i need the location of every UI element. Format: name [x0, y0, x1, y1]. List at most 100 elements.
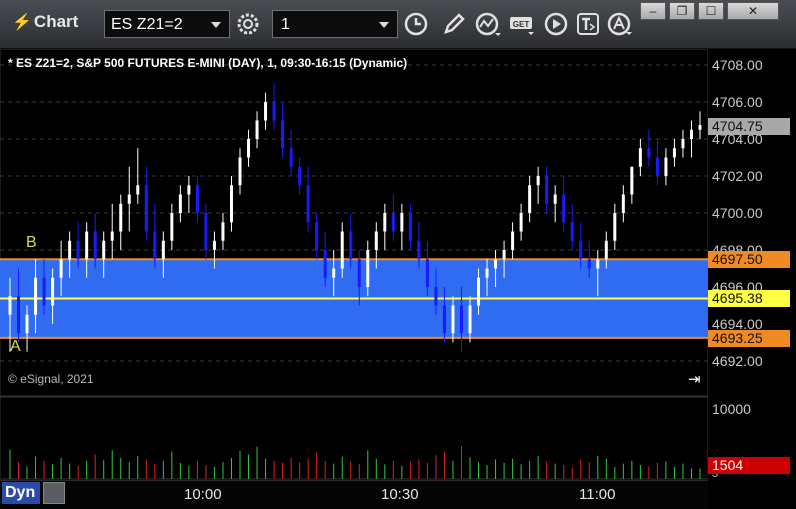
candle-body	[17, 296, 21, 334]
lock-icon[interactable]	[43, 482, 65, 504]
candle-body	[672, 148, 676, 158]
candle-body	[229, 185, 233, 223]
price-chart[interactable]	[0, 49, 796, 508]
candle-body	[204, 213, 208, 250]
candle-body	[272, 102, 276, 121]
restore-button[interactable]: ❐	[669, 2, 695, 20]
clock-icon[interactable]	[402, 10, 430, 38]
scroll-to-end-icon[interactable]: ⇥	[688, 370, 701, 388]
candle-body	[570, 222, 574, 241]
candle-body	[59, 259, 63, 278]
candle-body	[349, 231, 353, 260]
candle-body	[511, 231, 515, 250]
price-tick: 4700.00	[712, 205, 763, 221]
candle-body	[451, 305, 455, 334]
candle-body	[51, 277, 55, 306]
candle-body	[613, 213, 617, 241]
price-tick: 4706.00	[712, 94, 763, 110]
candle-body	[119, 203, 123, 232]
candle-body	[545, 176, 549, 204]
settings-icon[interactable]	[234, 10, 262, 38]
candle-body	[187, 185, 191, 195]
dynamic-mode-button[interactable]: Dyn	[2, 482, 40, 504]
maximize-button[interactable]: ☐	[698, 2, 724, 20]
symbol-input[interactable]: ES Z21=2	[104, 10, 230, 38]
candle-body	[425, 259, 429, 287]
alert-icon[interactable]	[606, 10, 634, 38]
candle-body	[153, 231, 157, 260]
candle-body	[212, 240, 216, 250]
candle-body	[698, 125, 702, 130]
close-button[interactable]: ✕	[727, 2, 779, 20]
candle-body	[8, 296, 12, 315]
app-title: ⚡ Chart	[12, 12, 79, 31]
study-icon[interactable]	[474, 10, 502, 38]
candle-body	[323, 250, 327, 278]
candle-body	[528, 185, 532, 213]
volume-tick: 10000	[712, 401, 751, 417]
candle-body	[238, 157, 242, 186]
candle-body	[468, 305, 472, 334]
candle-body	[664, 157, 668, 176]
candle-body	[681, 139, 685, 149]
candle-body	[630, 166, 634, 195]
chevron-down-icon[interactable]	[379, 22, 389, 28]
candle-body	[289, 148, 293, 167]
candle-body	[442, 305, 446, 334]
candle-body	[357, 259, 361, 287]
candle-body	[127, 194, 131, 204]
candle-body	[221, 222, 225, 241]
last-price-flag: 4704.75	[708, 118, 790, 135]
candle-body	[110, 231, 114, 241]
candle-body	[604, 240, 608, 260]
volume-panel	[0, 396, 709, 480]
minimize-button[interactable]: –	[640, 2, 666, 20]
play-icon[interactable]	[542, 10, 570, 38]
candle-body	[306, 185, 310, 223]
candle-body	[391, 213, 395, 232]
candle-body	[494, 259, 498, 269]
price-panel	[0, 49, 709, 397]
candle-body	[161, 240, 165, 260]
candle-body	[144, 185, 148, 232]
candle-body	[68, 240, 72, 260]
candle-body	[76, 240, 80, 260]
price-tick: 4708.00	[712, 57, 763, 73]
candle-body	[42, 277, 46, 306]
candle-body	[647, 148, 651, 158]
get-data-icon[interactable]: GET	[508, 10, 536, 38]
interval-input[interactable]: 1	[272, 10, 398, 38]
copyright-text: © eSignal, 2021	[8, 372, 94, 386]
candle-body	[170, 213, 174, 241]
mid-level-flag: 4695.38	[708, 290, 790, 307]
candle-body	[34, 277, 38, 315]
lower-level-flag: 4693.25	[708, 330, 790, 347]
candle-body	[195, 185, 199, 213]
candle-body	[366, 250, 370, 287]
marker-b[interactable]: B	[26, 234, 37, 252]
marker-a[interactable]: A	[10, 338, 21, 356]
volume-flag: 1504	[708, 457, 790, 474]
lightning-icon: ⚡	[12, 14, 32, 31]
candle-body	[587, 259, 591, 269]
candle-body	[247, 139, 251, 158]
candle-body	[25, 314, 29, 334]
candle-body	[485, 268, 489, 278]
candle-body	[562, 194, 566, 223]
candle-body	[264, 102, 268, 121]
svg-text:GET: GET	[513, 20, 530, 29]
chevron-down-icon[interactable]	[211, 22, 221, 28]
candle-body	[93, 231, 97, 260]
text-tool-icon[interactable]	[574, 10, 602, 38]
candle-body	[579, 240, 583, 260]
candle-body	[417, 240, 421, 260]
candle-body	[536, 176, 540, 186]
candle-body	[502, 250, 506, 260]
candle-body	[85, 231, 89, 260]
time-tick: 10:30	[381, 486, 419, 503]
candle-body	[400, 213, 404, 232]
time-tick: 10:00	[184, 486, 222, 503]
pencil-icon[interactable]	[440, 10, 468, 38]
candle-body	[434, 287, 438, 306]
candle-body	[519, 213, 523, 232]
